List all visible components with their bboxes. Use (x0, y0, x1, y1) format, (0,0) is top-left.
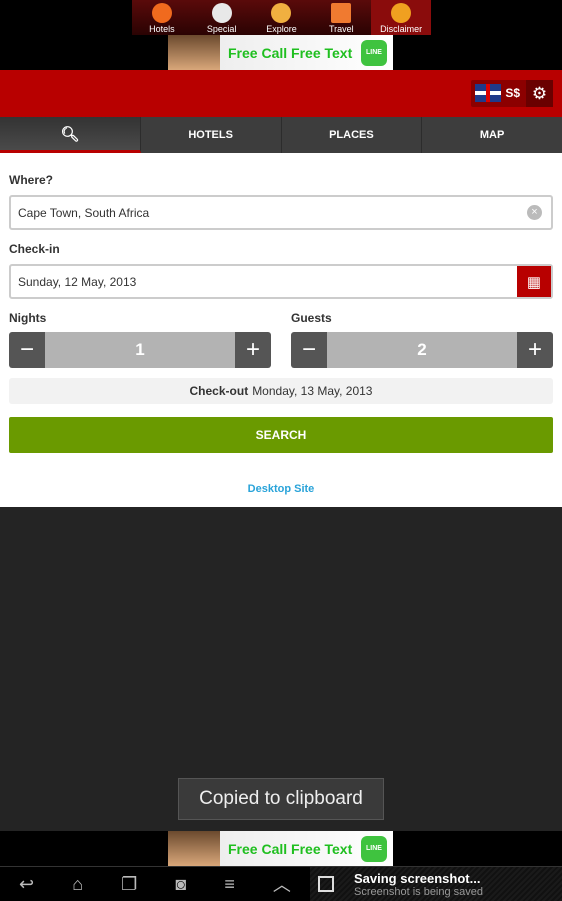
globe-icon (151, 3, 172, 23)
top-nav-special[interactable]: Special (191, 0, 252, 35)
header: S$ ⚙ (0, 70, 562, 117)
guests-minus-button[interactable]: − (291, 332, 327, 368)
nights-stepper: − 1 + (9, 332, 271, 368)
top-nav-explore[interactable]: Explore (251, 0, 312, 35)
checkin-label: Check-in (9, 242, 60, 256)
nights-minus-button[interactable]: − (9, 332, 45, 368)
info-icon (211, 3, 232, 23)
travel-icon (331, 3, 352, 23)
language-currency-button[interactable]: S$ (471, 80, 526, 107)
uk-flag-icon (475, 84, 502, 102)
ad-image (168, 831, 220, 866)
menu-icon[interactable]: ≡ (224, 874, 235, 895)
guests-stepper: − 2 + (291, 332, 553, 368)
clear-icon[interactable]: × (527, 205, 542, 220)
checkout-info: Check-out Monday, 13 May, 2013 (9, 378, 553, 404)
lightbulb-icon (271, 3, 292, 23)
line-logo: LINE (361, 39, 387, 66)
guests-value: 2 (327, 332, 517, 368)
guests-label: Guests (291, 311, 332, 325)
desktop-site-link[interactable]: Desktop Site (9, 483, 553, 495)
back-icon[interactable]: ↩ (19, 874, 34, 895)
hand-icon (391, 3, 412, 23)
ad-banner-bottom[interactable]: Free Call Free Text LINE (168, 831, 393, 866)
camera-icon[interactable]: ◙ (175, 874, 186, 895)
top-nav-disclaimer[interactable]: Disclaimer (371, 0, 431, 35)
nights-value: 1 (45, 332, 235, 368)
where-input[interactable]: Cape Town, South Africa × (9, 195, 553, 230)
where-label: Where? (9, 173, 54, 187)
top-nav-hotels[interactable]: Hotels (132, 0, 192, 35)
settings-gear-icon[interactable]: ⚙ (526, 80, 553, 107)
search-button[interactable]: SEARCH (9, 417, 553, 453)
line-logo: LINE (361, 835, 387, 862)
calendar-icon[interactable]: ▦ (517, 266, 551, 297)
toast: Copied to clipboard (178, 778, 384, 820)
search-icon: 🔍︎ (60, 125, 80, 143)
tab-map[interactable]: MAP (422, 117, 562, 153)
screenshot-notification[interactable]: Saving screenshot... Screenshot is being… (310, 867, 562, 901)
top-nav: Hotels Special Explore Travel Disclaimer (132, 0, 431, 35)
nights-plus-button[interactable]: + (235, 332, 271, 368)
ad-image (168, 35, 220, 70)
search-form: Where? Cape Town, South Africa × Check-i… (0, 153, 562, 507)
tab-places[interactable]: PLACES (282, 117, 423, 153)
tab-bar: 🔍︎ HOTELS PLACES MAP (0, 117, 562, 153)
system-bar: ↩ ⌂ ❐ ◙ ≡ ︿ Saving screenshot... Screens… (0, 866, 562, 901)
image-icon (318, 876, 334, 892)
ad-banner-top[interactable]: Free Call Free Text LINE (168, 35, 393, 70)
home-icon[interactable]: ⌂ (72, 874, 83, 895)
nights-label: Nights (9, 311, 47, 325)
chevron-up-icon[interactable]: ︿ (273, 871, 291, 897)
guests-plus-button[interactable]: + (517, 332, 553, 368)
top-nav-travel[interactable]: Travel (311, 0, 372, 35)
checkin-input[interactable]: Sunday, 12 May, 2013 ▦ (9, 264, 553, 299)
recent-apps-icon[interactable]: ❐ (121, 874, 137, 895)
tab-search[interactable]: 🔍︎ (0, 117, 141, 153)
tab-hotels[interactable]: HOTELS (141, 117, 282, 153)
